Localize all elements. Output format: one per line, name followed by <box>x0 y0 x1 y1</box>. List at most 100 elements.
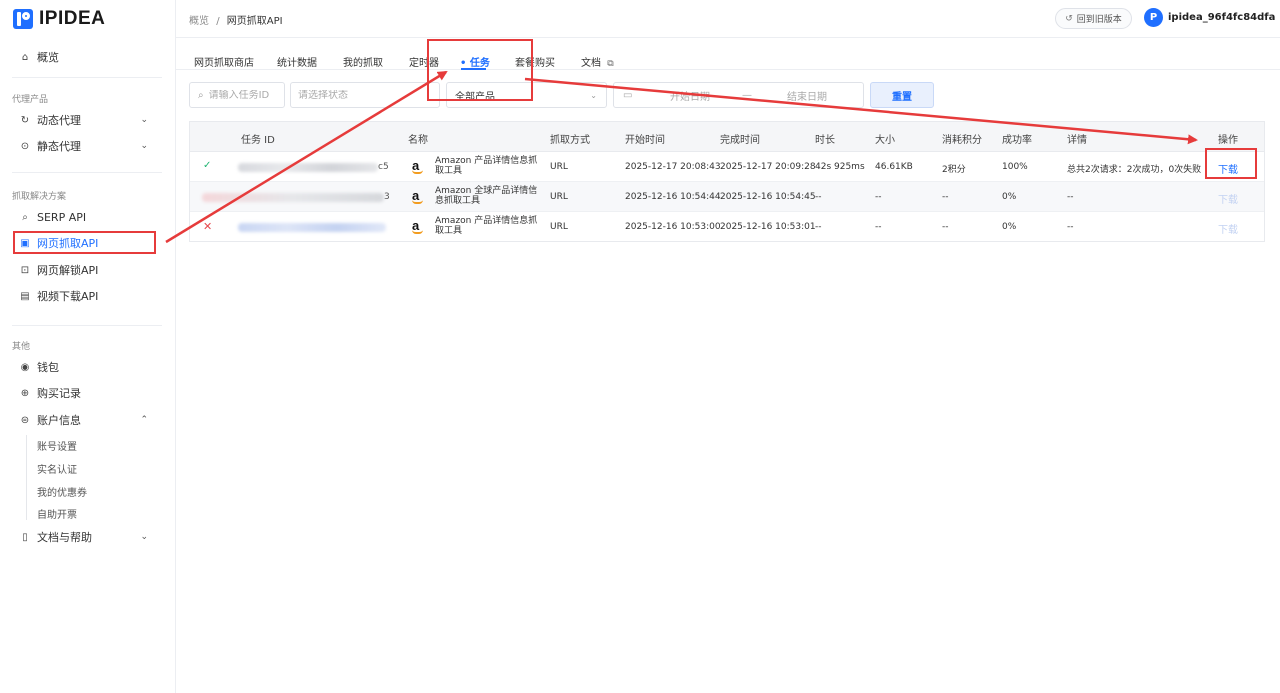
amazon-logo-icon: a <box>410 188 424 204</box>
sidebar-item-label: 文档与帮助 <box>37 531 92 544</box>
tab-stats[interactable]: 统计数据 <box>277 54 317 69</box>
username: ipidea_96f4fc84dfa <box>1168 12 1276 23</box>
avatar: P <box>1144 8 1163 27</box>
col-credits: 消耗积分 <box>942 135 982 146</box>
user-icon: ⊜ <box>20 414 30 426</box>
task-size: -- <box>875 222 882 232</box>
breadcrumb-separator: / <box>216 16 220 27</box>
reset-button[interactable]: 重置 <box>870 82 934 108</box>
tab-packages[interactable]: 套餐购买 <box>515 54 555 69</box>
table-row[interactable]: ✓ c5 a Amazon 产品详情信息抓取工具 URL 2025-12-17 … <box>190 152 1264 182</box>
task-end-time: 2025-12-16 10:54:45 <box>720 192 816 202</box>
task-id-redacted <box>202 193 384 202</box>
sidebar-group-proxy: 代理产品 <box>12 95 49 105</box>
task-name: Amazon 产品详情信息抓取工具 <box>435 216 538 236</box>
sidebar-group-other: 其他 <box>12 342 31 352</box>
task-id-input[interactable] <box>208 89 284 101</box>
date-range-picker[interactable]: ▭ 开始日期 — 结束日期 <box>613 82 864 108</box>
tab-my-scrape[interactable]: 我的抓取 <box>343 54 383 69</box>
task-end-time: 2025-12-17 20:09:28 <box>720 162 816 172</box>
video-icon: ▤ <box>20 290 30 302</box>
sidebar-item-label: 购买记录 <box>37 387 81 400</box>
sidebar-item-label: 概览 <box>37 51 59 64</box>
document-icon: ▯ <box>22 531 28 543</box>
amazon-logo-icon: a <box>410 218 424 234</box>
sidebar-item-docs-help[interactable]: ▯ 文档与帮助 ⌄ <box>12 526 162 548</box>
wallet-icon: ◉ <box>20 361 30 373</box>
task-success-rate: 100% <box>1002 162 1028 172</box>
breadcrumb: 概览 / 网页抓取API <box>189 12 283 27</box>
task-id-redacted <box>238 223 386 232</box>
sidebar-divider <box>12 77 162 78</box>
search-icon: ⌕ <box>22 211 28 223</box>
task-duration: -- <box>815 222 822 232</box>
unlock-icon: ⊡ <box>20 264 30 276</box>
cart-icon: ⊕ <box>20 387 30 399</box>
task-method: URL <box>550 192 568 202</box>
tab-tasks[interactable]: • 任务 <box>460 54 490 69</box>
sidebar-item-video-download-api[interactable]: ▤ 视频下载API <box>12 285 162 307</box>
breadcrumb-current: 网页抓取API <box>226 16 283 27</box>
task-size: -- <box>875 192 882 202</box>
task-id-suffix: 3 <box>384 192 390 202</box>
sidebar-item-dynamic-proxy[interactable]: ↻ 动态代理 ⌄ <box>12 109 162 131</box>
task-method: URL <box>550 162 568 172</box>
sidebar-item-purchase-records[interactable]: ⊕ 购买记录 <box>12 382 162 404</box>
active-tab-indicator <box>461 68 486 70</box>
chevron-down-icon: ⌄ <box>140 115 148 125</box>
sidebar-item-serp-api[interactable]: ⌕ SERP API <box>12 206 162 228</box>
sidebar-item-label: 视频下载API <box>37 290 99 303</box>
sidebar-item-wallet[interactable]: ◉ 钱包 <box>12 356 162 378</box>
sidebar-item-static-proxy[interactable]: ⊙ 静态代理 ⌄ <box>12 135 162 157</box>
col-details: 详情 <box>1067 135 1087 146</box>
calendar-icon: ▭ <box>623 89 633 101</box>
status-input[interactable] <box>298 89 439 101</box>
start-date-placeholder[interactable]: 开始日期 <box>670 88 710 103</box>
table-row[interactable]: ✕ a Amazon 产品详情信息抓取工具 URL 2025-12-16 10:… <box>190 212 1264 242</box>
sidebar-subitem-account-settings[interactable]: 账号设置 <box>37 438 77 453</box>
sidebar-group-scrape: 抓取解决方案 <box>12 192 67 202</box>
task-id-filter[interactable]: ⌕ <box>189 82 285 108</box>
browser-icon: ▣ <box>20 237 30 249</box>
task-details: 总共2次请求：2次成功，0次失败 <box>1067 165 1202 175</box>
user-menu[interactable]: P ipidea_96f4fc84dfa ⌄ <box>1144 8 1280 27</box>
download-button[interactable]: 下载 <box>1218 161 1238 176</box>
end-date-placeholder[interactable]: 结束日期 <box>787 88 827 103</box>
table-row[interactable]: 3 a Amazon 全球产品详情信息抓取工具 URL 2025-12-16 1… <box>190 182 1264 212</box>
task-duration: 42s 925ms <box>815 162 865 172</box>
sidebar-item-overview[interactable]: ⌂ 概览 <box>12 46 162 68</box>
col-method: 抓取方式 <box>550 135 590 146</box>
sidebar-item-label: 静态代理 <box>37 140 81 153</box>
brand-name: IPIDEA <box>39 8 106 29</box>
tab-docs[interactable]: 文档 ⧉ <box>581 54 614 69</box>
col-duration: 时长 <box>815 135 835 146</box>
brand-logo-icon <box>13 9 33 29</box>
old-version-label: 回到旧版本 <box>1076 15 1122 25</box>
task-credits: -- <box>942 192 949 202</box>
task-details: -- <box>1067 222 1074 232</box>
history-icon: ↺ <box>1065 13 1073 24</box>
task-end-time: 2025-12-16 10:53:01 <box>720 222 816 232</box>
brand-logo[interactable]: IPIDEA <box>13 8 105 30</box>
status-select[interactable] <box>290 82 440 108</box>
tab-scheduler[interactable]: 定时器 <box>409 54 439 69</box>
success-check-icon: ✓ <box>203 160 212 171</box>
chevron-up-icon: ⌃ <box>140 415 148 425</box>
breadcrumb-root[interactable]: 概览 <box>189 16 209 27</box>
back-to-old-version-button[interactable]: ↺ 回到旧版本 <box>1055 8 1132 29</box>
download-button-disabled: 下载 <box>1218 225 1238 236</box>
tab-store[interactable]: 网页抓取商店 <box>194 54 254 69</box>
task-name: Amazon 全球产品详情信息抓取工具 <box>435 186 538 206</box>
sidebar-item-account-info[interactable]: ⊜ 账户信息 ⌃ <box>12 409 162 431</box>
product-select[interactable]: 全部产品 ⌄ <box>446 82 607 108</box>
sidebar-item-web-scrape-api[interactable]: ▣ 网页抓取API <box>12 232 162 254</box>
task-success-rate: 0% <box>1002 192 1017 202</box>
sidebar-divider <box>12 325 162 326</box>
col-action: 操作 <box>1218 135 1238 146</box>
sidebar-subitem-self-invoice[interactable]: 自助开票 <box>37 506 77 521</box>
sidebar-item-web-unlock-api[interactable]: ⊡ 网页解锁API <box>12 259 162 281</box>
task-id-redacted <box>238 163 378 172</box>
sidebar-subitem-real-name[interactable]: 实名认证 <box>37 461 77 476</box>
sidebar-subitem-coupons[interactable]: 我的优惠券 <box>37 484 87 499</box>
sidebar-sub-line <box>26 435 27 520</box>
